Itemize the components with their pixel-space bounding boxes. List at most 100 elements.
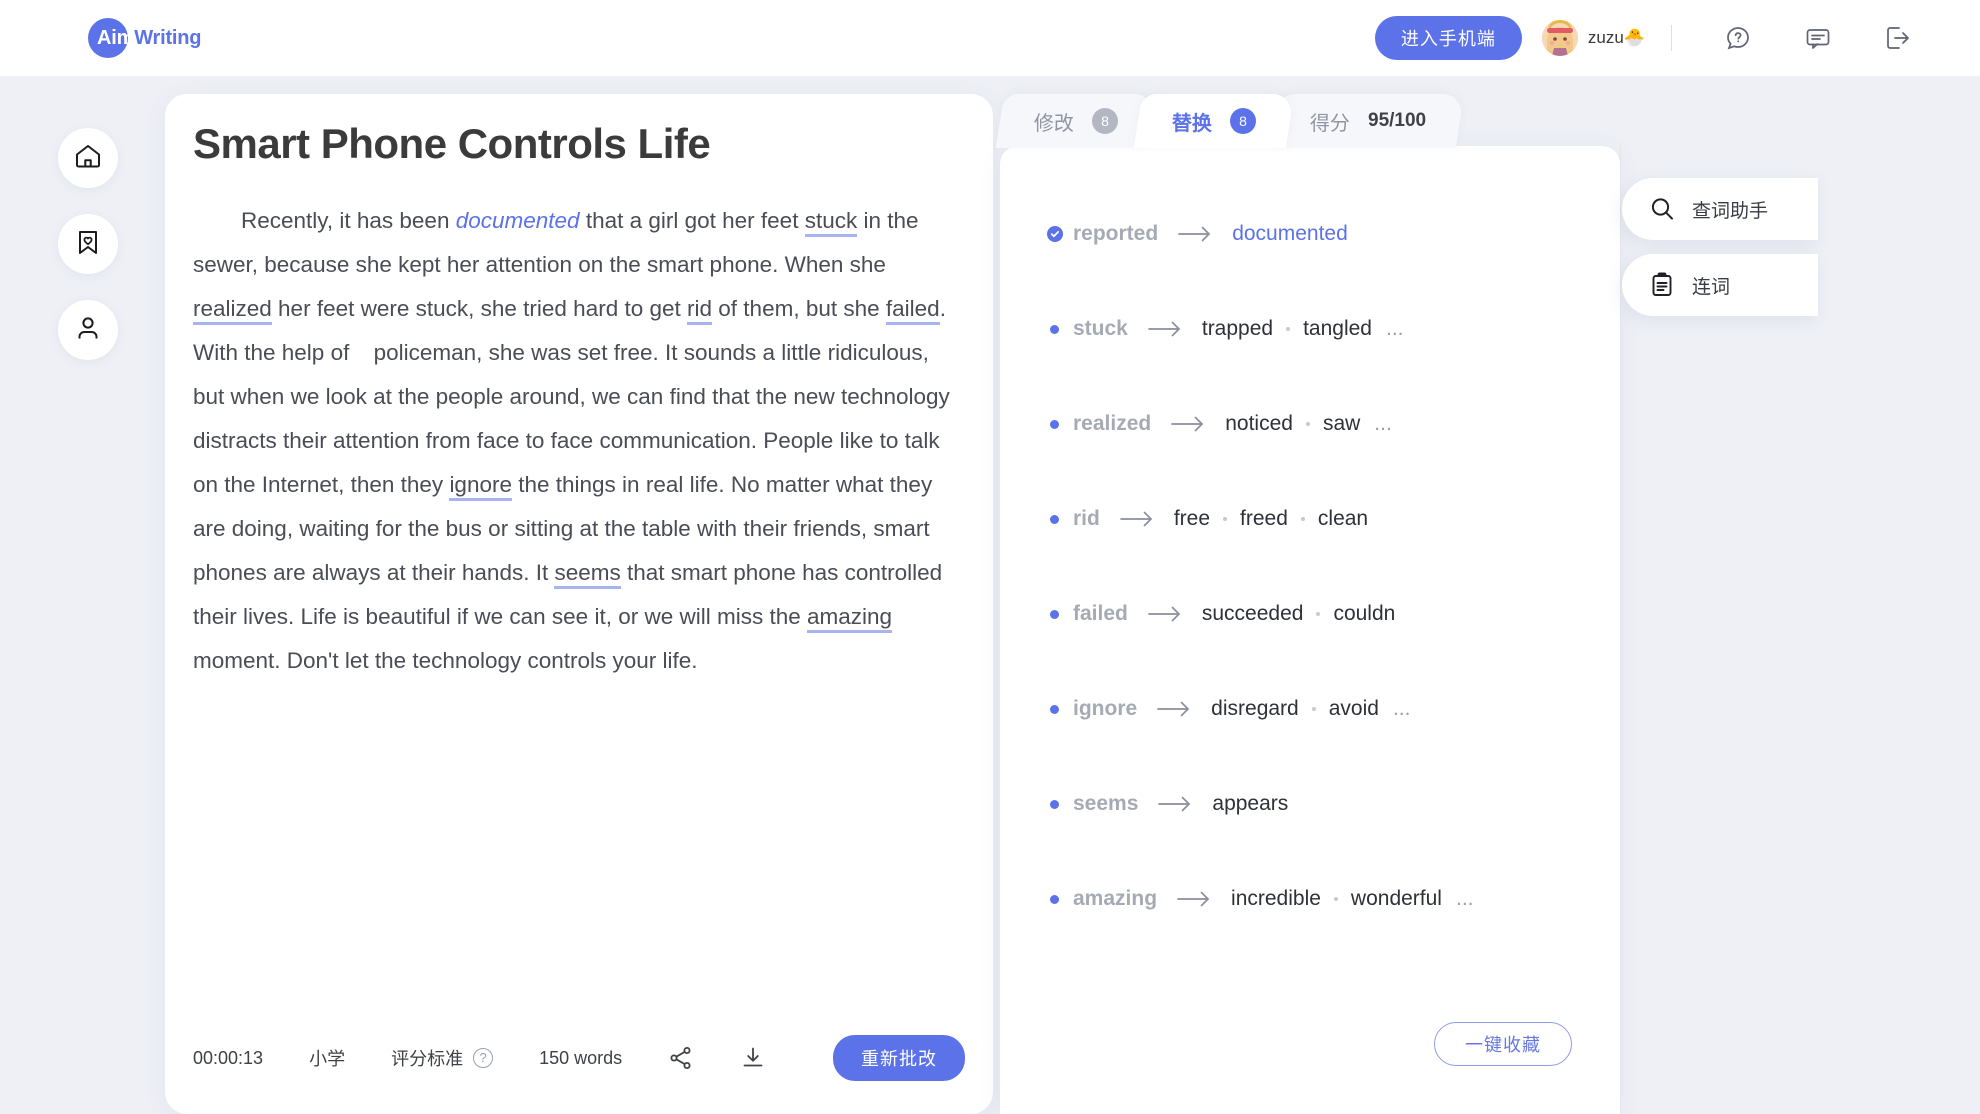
suggestion-row[interactable]: seems appears xyxy=(1050,784,1590,824)
candidate-word[interactable]: documented xyxy=(1232,222,1348,246)
sidebar-item-favorites[interactable] xyxy=(58,214,118,274)
suggestion-original-word: reported xyxy=(1073,222,1159,245)
suggestion-candidates: documented xyxy=(1232,222,1348,246)
candidate-word[interactable]: incredible xyxy=(1231,887,1321,911)
suggestion-original-word: seems xyxy=(1073,792,1139,815)
arrow-right-icon xyxy=(1178,225,1212,243)
essay-flagged-word[interactable]: amazing xyxy=(807,604,893,633)
candidate-word[interactable]: trapped xyxy=(1202,317,1273,341)
candidate-word[interactable]: clean xyxy=(1318,507,1368,531)
more-candidates-ellipsis[interactable]: ... xyxy=(1386,317,1404,341)
level-label[interactable]: 小学 xyxy=(309,1045,345,1071)
essay-flagged-word[interactable]: rid xyxy=(687,296,713,325)
essay-flagged-word[interactable]: ignore xyxy=(449,472,512,501)
sidebar-item-profile[interactable] xyxy=(58,300,118,360)
tool-conjunction[interactable]: 连词 xyxy=(1622,254,1818,316)
mobile-entry-button[interactable]: 进入手机端 xyxy=(1374,16,1522,60)
app-header: AimWriting 进入手机端 zuzu🐣 xyxy=(0,0,1980,76)
suggestion-row[interactable]: failed succeeded couldn xyxy=(1050,594,1590,634)
candidate-word[interactable]: couldn xyxy=(1333,602,1395,626)
header-actions: 进入手机端 zuzu🐣 xyxy=(1374,0,1938,76)
sidebar-item-home[interactable] xyxy=(58,128,118,188)
essay-flagged-word[interactable]: stuck xyxy=(804,208,858,237)
candidate-separator-dot xyxy=(1300,517,1305,521)
suggestion-row[interactable]: stuck trapped tangled... xyxy=(1050,309,1590,349)
candidate-word[interactable]: appears xyxy=(1212,792,1288,816)
timer: 00:00:13 xyxy=(193,1047,264,1068)
question-mark-icon[interactable]: ? xyxy=(473,1048,494,1068)
candidate-word[interactable]: tangled xyxy=(1303,317,1372,341)
app-logo[interactable]: AimWriting xyxy=(88,14,201,62)
suggestion-candidates: trapped tangled... xyxy=(1202,317,1404,341)
search-icon xyxy=(1648,195,1676,223)
more-candidates-ellipsis[interactable]: ... xyxy=(1393,697,1411,721)
essay-flagged-word[interactable]: realized xyxy=(193,296,272,325)
logo-text-aim: Aim xyxy=(97,26,135,49)
suggestion-candidates: noticed saw... xyxy=(1225,412,1392,436)
download-icon[interactable] xyxy=(740,1045,766,1071)
panel-right-edge xyxy=(1620,146,1621,1114)
tool-dictionary-assistant[interactable]: 查词助手 xyxy=(1622,178,1818,240)
bullet-dot-icon xyxy=(1050,514,1059,524)
avatar[interactable] xyxy=(1541,20,1578,56)
essay-text-run: her feet were stuck, she tried hard to g… xyxy=(271,296,688,321)
candidate-word[interactable]: free xyxy=(1174,507,1210,531)
arrow-right-icon xyxy=(1148,320,1182,338)
essay-footer: 00:00:13 小学 评分标准 ? 150 words 重新批改 xyxy=(193,1030,965,1086)
sidebar-rail xyxy=(58,128,118,360)
suggestion-original-word: amazing xyxy=(1073,887,1158,910)
suggestion-original-word: rid xyxy=(1073,507,1100,530)
candidate-word[interactable]: freed xyxy=(1240,507,1288,531)
tab-revisions[interactable]: 修改 8 xyxy=(995,94,1157,148)
suggestion-candidates: succeeded couldn xyxy=(1202,602,1395,626)
suggestion-row[interactable]: rid free freed clean xyxy=(1050,499,1590,539)
essay-flagged-word[interactable]: failed xyxy=(885,296,940,325)
candidate-word[interactable]: wonderful xyxy=(1351,887,1442,911)
tab-label: 修改 xyxy=(1034,112,1074,135)
essay-flagged-word[interactable]: seems xyxy=(554,560,621,589)
suggestion-candidates: disregard avoid... xyxy=(1211,697,1410,721)
tool-label: 查词助手 xyxy=(1692,200,1769,222)
essay-replaced-word[interactable]: documented xyxy=(456,208,580,233)
suggestion-row[interactable]: reported documented xyxy=(1047,214,1590,254)
suggestion-panel: reported documented stuck trapped tangled...… xyxy=(1000,146,1620,1114)
share-icon[interactable] xyxy=(668,1045,694,1071)
bullet-dot-icon xyxy=(1050,894,1059,904)
tab-replacements[interactable]: 替换 8 xyxy=(1133,94,1295,148)
rubric-label[interactable]: 评分标准 ? xyxy=(391,1045,494,1071)
candidate-word[interactable]: succeeded xyxy=(1202,602,1304,626)
candidate-word[interactable]: disregard xyxy=(1211,697,1299,721)
header-divider xyxy=(1671,25,1672,51)
home-icon xyxy=(73,141,103,176)
logout-icon[interactable] xyxy=(1884,24,1912,52)
more-candidates-ellipsis[interactable]: ... xyxy=(1456,887,1474,911)
more-candidates-ellipsis[interactable]: ... xyxy=(1374,412,1392,436)
suggestion-row[interactable]: realized noticed saw... xyxy=(1050,404,1590,444)
feedback-icon[interactable] xyxy=(1804,24,1832,52)
candidate-word[interactable]: avoid xyxy=(1329,697,1379,721)
essay-card: Smart Phone Controls Life Recently, it h… xyxy=(165,94,993,1114)
help-icon[interactable] xyxy=(1724,24,1752,52)
suggestion-list: reported documented stuck trapped tangled...… xyxy=(1047,214,1590,974)
clipboard-icon xyxy=(1648,271,1676,299)
essay-text[interactable]: Recently, it has been documented that a … xyxy=(193,199,963,683)
candidate-word[interactable]: saw xyxy=(1323,412,1360,436)
favorite-all-button[interactable]: 一键收藏 xyxy=(1434,1022,1572,1066)
suggestion-original-word: realized xyxy=(1073,412,1152,435)
logo-text-writing: Writing xyxy=(134,26,202,49)
suggestion-row[interactable]: ignore disregard avoid... xyxy=(1050,689,1590,729)
suggestion-row[interactable]: amazing incredible wonderful... xyxy=(1050,879,1590,919)
arrow-right-icon xyxy=(1119,510,1154,528)
arrow-right-icon xyxy=(1148,605,1182,623)
tool-label: 连词 xyxy=(1692,276,1731,298)
candidate-separator-dot xyxy=(1311,707,1316,711)
tab-score[interactable]: 得分 95/100 xyxy=(1271,94,1465,148)
suggestion-original-word: stuck xyxy=(1073,317,1128,340)
bullet-dot-icon xyxy=(1050,419,1059,429)
rubric-text: 评分标准 xyxy=(391,1049,464,1069)
candidate-word[interactable]: noticed xyxy=(1225,412,1293,436)
tab-badge: 8 xyxy=(1230,108,1256,134)
tab-badge: 8 xyxy=(1092,108,1118,134)
redo-grade-button[interactable]: 重新批改 xyxy=(833,1035,965,1081)
user-icon xyxy=(74,314,102,347)
